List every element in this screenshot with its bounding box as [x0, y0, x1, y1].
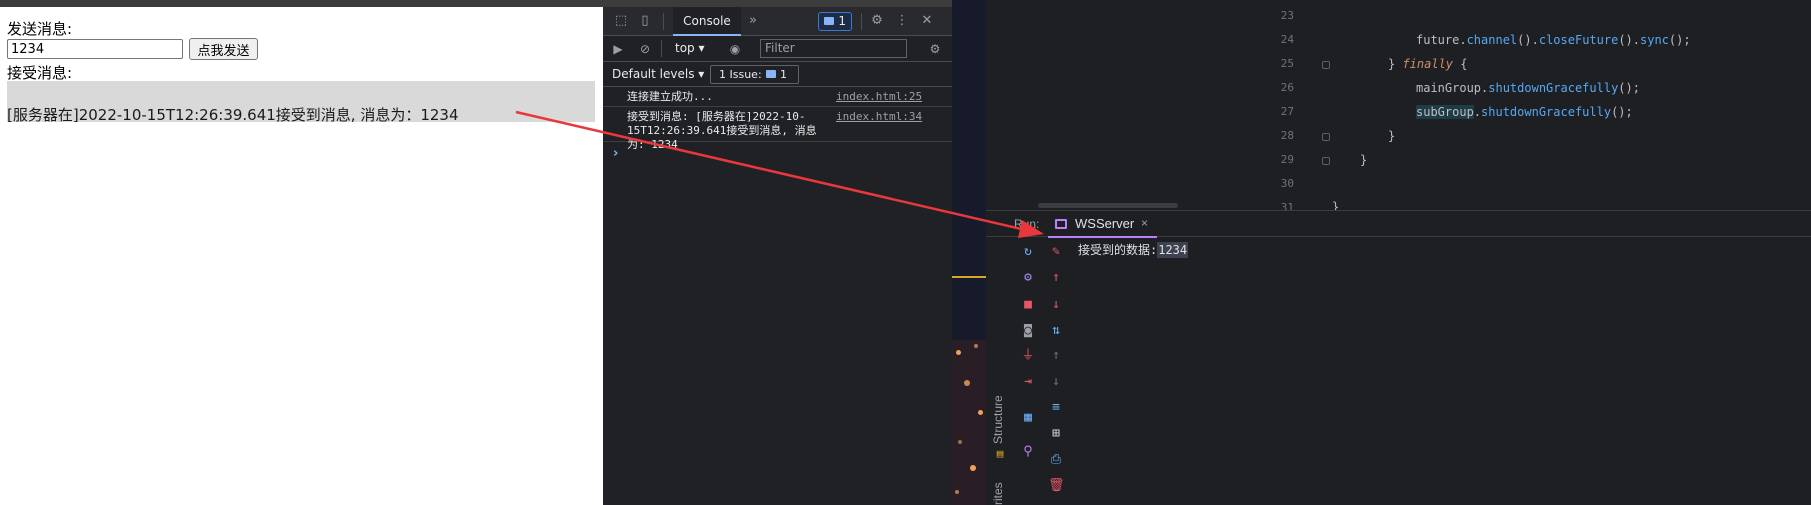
line-number: 27	[1280, 105, 1294, 118]
message-icon	[824, 17, 834, 25]
run-toolbar: Run: WSServer ×	[986, 210, 1811, 238]
kebab-menu-icon[interactable]: ⋮	[894, 13, 910, 29]
received-messages-area: [服务器在]2022-10-15T12:26:39.641接受到消息, 消息为：…	[7, 81, 595, 124]
default-levels-dropdown[interactable]: Default levels ▾	[612, 67, 704, 81]
devtools-top-strip	[603, 0, 952, 7]
send-label: 发送消息:	[7, 20, 73, 38]
context-select[interactable]: top ▾	[675, 41, 705, 55]
line-number: 24	[1280, 33, 1294, 46]
devtools-toolbar: ⬚ ▯ Console » 1 ⚙ ⋮ ✕	[603, 7, 952, 36]
eye-icon[interactable]: ◉	[727, 41, 743, 57]
fold-marker[interactable]	[1322, 157, 1330, 165]
close-icon[interactable]: ✕	[919, 13, 935, 29]
stop-icon[interactable]: ■	[1020, 297, 1036, 313]
plug-icon[interactable]: ⏚	[1020, 348, 1036, 364]
print-icon[interactable]: ⎙	[1048, 452, 1064, 468]
line-number: 30	[1280, 177, 1294, 190]
web-page: 发送消息: 点我发送 接受消息: [服务器在]2022-10-15T12:26:…	[0, 0, 603, 505]
sort-icon[interactable]: ⇅	[1048, 323, 1064, 339]
send-button[interactable]: 点我发送	[189, 38, 258, 60]
toolbar-divider	[861, 13, 862, 30]
code-line-29: }	[1360, 153, 1368, 167]
camera-icon[interactable]: ◙	[1020, 323, 1036, 339]
tab-wsserver[interactable]: WSServer ×	[1048, 211, 1157, 238]
scroll-up-icon[interactable]: ↑	[1048, 348, 1064, 364]
line-number: 29	[1280, 153, 1294, 166]
more-tabs-icon[interactable]: »	[745, 13, 761, 29]
ide-window: 23 24 25 26 27 28 29 30 31 future.channe…	[986, 0, 1811, 505]
background-window-slice	[952, 0, 986, 505]
console-tab-icon	[1055, 219, 1067, 229]
line-number: 25	[1280, 57, 1294, 70]
console-toolbar: ▶ ⊘ top ▾ ◉ Filter ⚙	[603, 36, 952, 62]
code-line-27: subGroup.shutdownGracefully();	[1416, 105, 1633, 119]
console-levels-bar: Default levels ▾ 1 Issue: 1	[603, 62, 952, 87]
run-label: Run:	[1014, 217, 1040, 231]
soft-wrap-icon[interactable]: ≡	[1048, 400, 1064, 416]
horizontal-scrollbar[interactable]	[1038, 203, 1178, 208]
log-text: 连接建立成功...	[627, 90, 713, 103]
log-text: 接受到消息: [服务器在]2022-10-15T12:26:39.641接受到消…	[627, 110, 817, 151]
console-settings-gear-icon[interactable]: ⚙	[927, 41, 943, 57]
decorative-line	[952, 276, 986, 278]
rerun-icon[interactable]: ↻	[1020, 244, 1036, 260]
line-number: 28	[1280, 129, 1294, 142]
console-log-row: 接受到消息: [服务器在]2022-10-15T12:26:39.641接受到消…	[603, 107, 952, 151]
filter-input[interactable]: Filter	[760, 39, 907, 58]
browser-top-strip	[0, 0, 603, 7]
settings-gear-icon[interactable]: ⚙	[869, 13, 885, 29]
import-icon[interactable]: ⊞	[1048, 426, 1064, 442]
fold-marker[interactable]	[1322, 61, 1330, 69]
code-line-31: }	[1332, 200, 1340, 210]
arrow-down-icon[interactable]: ↓	[1048, 297, 1064, 313]
inspect-element-icon[interactable]: ⬚	[613, 13, 629, 29]
code-line-24: future.channel().closeFuture().sync();	[1416, 33, 1691, 47]
code-line-28: }	[1388, 129, 1396, 143]
line-number: 23	[1280, 9, 1294, 22]
console-prompt[interactable]: ›	[613, 146, 618, 161]
settings-gear-icon[interactable]: ⚙	[1020, 270, 1036, 286]
layout-icon[interactable]: ▦	[1020, 410, 1036, 426]
favorites-side-tab[interactable]: rites	[991, 482, 1005, 505]
log-source-link[interactable]: index.html:34	[836, 110, 922, 124]
structure-side-tab[interactable]: Structure	[991, 395, 1005, 444]
scroll-down-icon[interactable]: ↓	[1048, 374, 1064, 390]
clear-console-icon[interactable]: ⊘	[637, 41, 653, 57]
line-number: 31	[1280, 201, 1294, 210]
toolbar-divider	[663, 13, 664, 30]
exit-icon[interactable]: ⇥	[1020, 374, 1036, 390]
console-log-row: 连接建立成功... index.html:25	[603, 87, 952, 107]
code-line-26: mainGroup.shutdownGracefully();	[1416, 81, 1640, 95]
issue-icon	[766, 70, 776, 78]
received-message: [服务器在]2022-10-15T12:26:39.641接受到消息, 消息为：…	[7, 106, 459, 124]
clear-output-icon[interactable]: ✎	[1048, 244, 1064, 260]
tab-console[interactable]: Console	[673, 7, 741, 36]
code-line-25: } finally {	[1388, 57, 1468, 71]
run-console-output: 接受到的数据:1234	[1078, 242, 1189, 258]
receive-label: 接受消息:	[7, 64, 73, 82]
close-tab-icon[interactable]: ×	[1141, 211, 1148, 236]
pin-icon[interactable]: ⚲	[1020, 444, 1036, 460]
structure-icon: ▤	[996, 447, 1004, 460]
message-input[interactable]	[7, 39, 183, 59]
device-toolbar-icon[interactable]: ▯	[637, 13, 653, 29]
fold-marker[interactable]	[1322, 133, 1330, 141]
issues-button[interactable]: 1 Issue: 1	[710, 65, 799, 84]
background-image	[952, 340, 986, 505]
line-number: 26	[1280, 81, 1294, 94]
log-source-link[interactable]: index.html:25	[836, 90, 922, 104]
messages-badge[interactable]: 1	[818, 12, 852, 31]
trash-icon[interactable]: 🗑	[1048, 478, 1065, 494]
sidebar-toggle-icon[interactable]: ▶	[610, 41, 626, 57]
devtools-panel: ⬚ ▯ Console » 1 ⚙ ⋮ ✕ ▶ ⊘ top ▾ ◉ Filter…	[603, 0, 952, 505]
toolbar-divider	[661, 40, 662, 57]
arrow-up-icon[interactable]: ↑	[1048, 270, 1064, 286]
output-value: 1234	[1157, 242, 1189, 258]
